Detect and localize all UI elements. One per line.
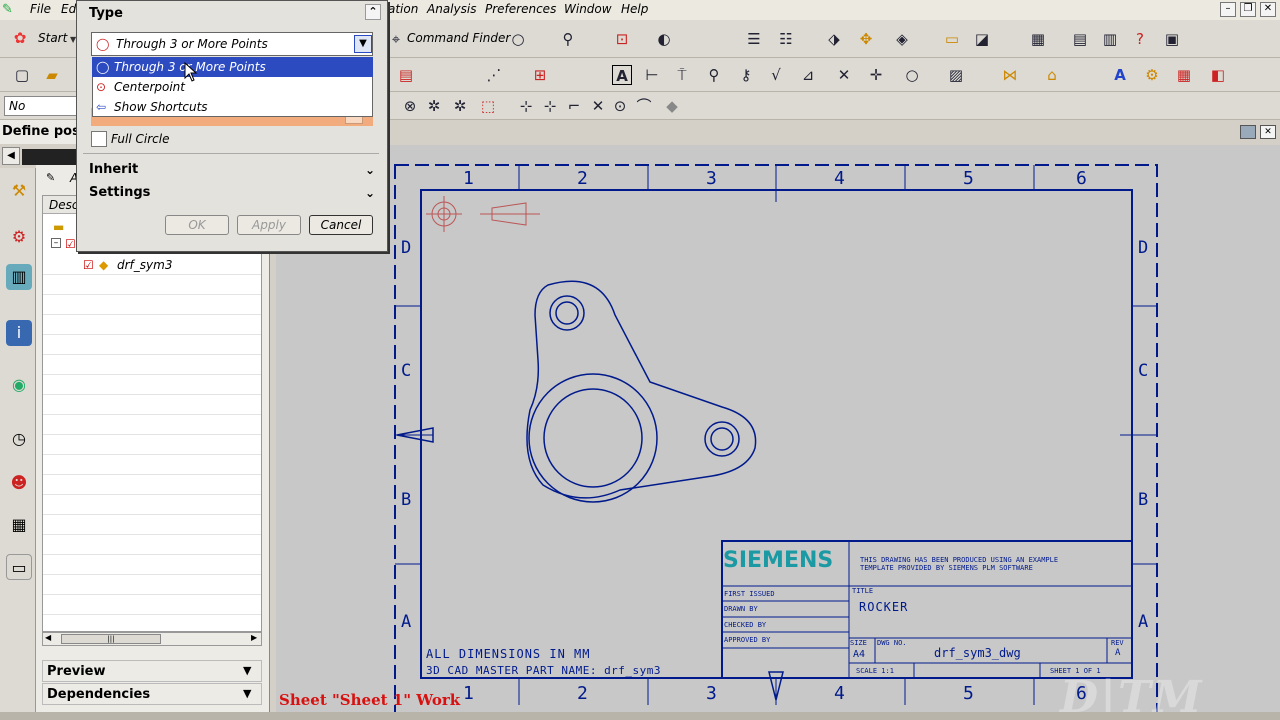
mouse-cursor-icon	[184, 62, 198, 82]
taskbar-strip	[0, 712, 1280, 720]
circle-3pt-icon: ◯	[96, 37, 110, 51]
settings-header-label: Settings	[89, 185, 151, 200]
type-header-label: Type	[89, 6, 123, 21]
inherit-header-label: Inherit	[89, 162, 139, 177]
full-circle-checkbox[interactable]	[91, 131, 107, 147]
option-centerpoint[interactable]: ⊙ Centerpoint	[92, 77, 372, 97]
apply-button[interactable]: Apply	[237, 215, 301, 235]
inherit-section-header[interactable]: Inherit ⌄	[83, 160, 379, 180]
chevron-up-icon[interactable]: ⌃	[365, 4, 381, 20]
projection-symbol	[426, 196, 540, 232]
cancel-button[interactable]: Cancel	[309, 215, 373, 235]
shortcuts-arrow-icon: ⇦	[96, 100, 107, 114]
rocker-part-view	[526, 280, 757, 503]
sheet-status-text: Sheet "Sheet 1" Work	[279, 691, 461, 709]
circle-3pt-icon: ◯	[96, 60, 110, 74]
title-block-lines	[721, 540, 1133, 679]
type-section-header[interactable]: Type ⌃	[83, 4, 381, 24]
sheet-outer-border	[394, 164, 1158, 720]
ok-button[interactable]: OK	[165, 215, 229, 235]
option-through-3-points[interactable]: ◯ Through 3 or More Points	[92, 57, 373, 77]
zone-dividers	[395, 165, 1157, 705]
dropdown-arrow-icon[interactable]: ▼	[354, 35, 372, 53]
centerpoint-icon: ⊙	[96, 80, 107, 94]
settings-section-header[interactable]: Settings ⌄	[83, 183, 379, 203]
full-circle-label: Full Circle	[111, 132, 170, 146]
type-select-value: Through 3 or More Points	[116, 37, 268, 51]
circle-dialog: Type ⌃ ◯ Through 3 or More Points ▼ Full…	[76, 0, 388, 252]
type-select[interactable]: ◯ Through 3 or More Points ▼	[91, 32, 373, 56]
option-label: Centerpoint	[114, 80, 185, 94]
divider	[83, 153, 379, 154]
chevron-down-icon[interactable]: ⌄	[365, 183, 375, 203]
option-show-shortcuts[interactable]: ⇦ Show Shortcuts	[92, 97, 372, 117]
chevron-down-icon[interactable]: ⌄	[365, 160, 375, 180]
option-label: Show Shortcuts	[114, 100, 208, 114]
